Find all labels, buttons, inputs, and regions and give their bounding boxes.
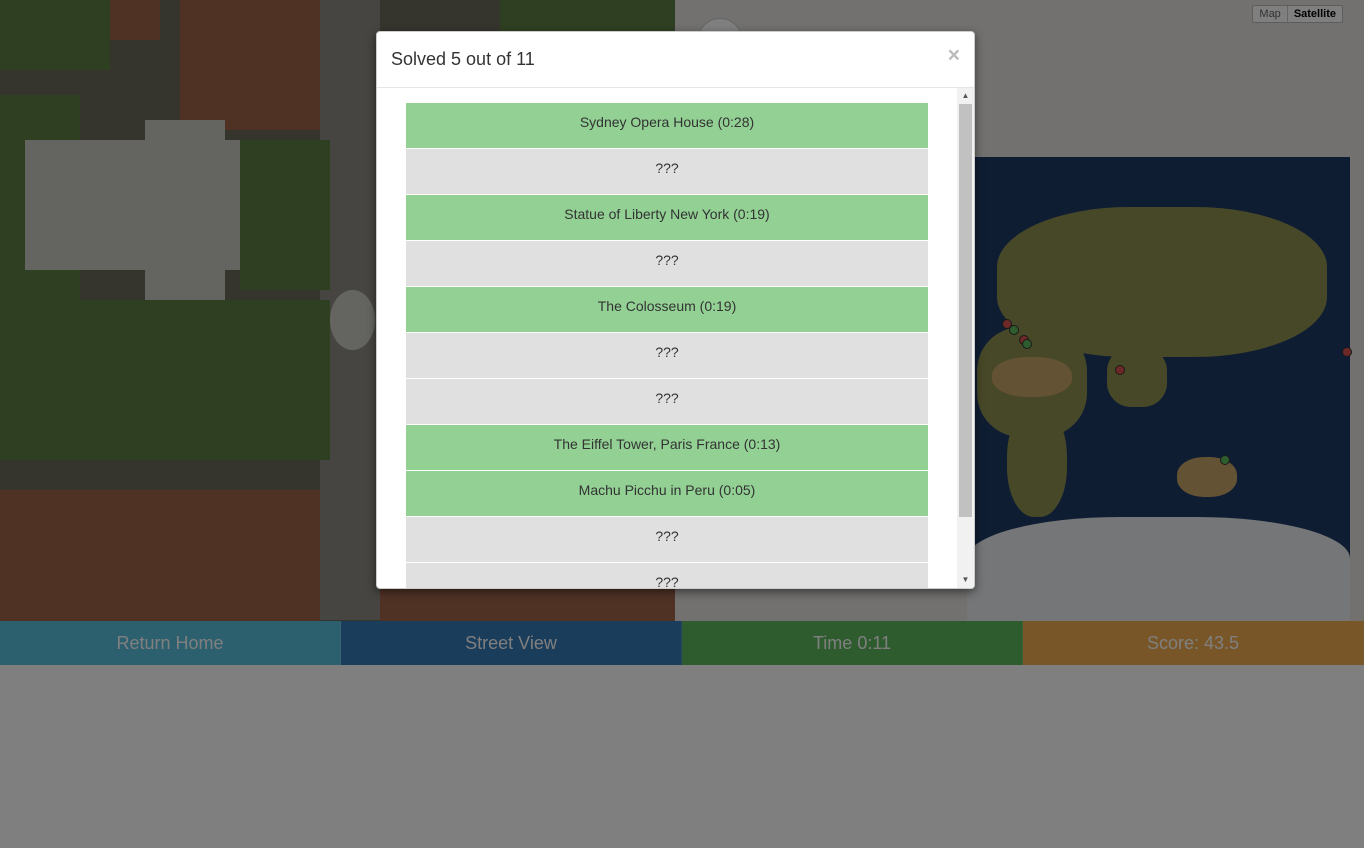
modal-title: Solved 5 out of 11 xyxy=(391,49,535,69)
modal-body[interactable]: Sydney Opera House (0:28)??? Statue of Li… xyxy=(377,88,974,588)
bottom-control-bar: Return Home Street View Time 0:11 Score:… xyxy=(0,621,1364,665)
result-row: ??? xyxy=(406,563,928,588)
scroll-down-arrow-icon[interactable]: ▼ xyxy=(957,572,974,588)
scrollbar[interactable]: ▲ ▼ xyxy=(957,88,974,588)
result-row: Statue of Liberty New York (0:19) xyxy=(406,195,928,241)
results-modal: Solved 5 out of 11 × Sydney Opera House … xyxy=(376,31,975,589)
result-row: Machu Picchu in Peru (0:05) xyxy=(406,471,928,517)
timer-display: Time 0:11 xyxy=(682,621,1023,665)
map-marker-red[interactable] xyxy=(1342,347,1352,357)
return-home-button[interactable]: Return Home xyxy=(0,621,341,665)
map-marker-green[interactable] xyxy=(1009,325,1019,335)
close-icon[interactable]: × xyxy=(948,44,960,68)
result-row: The Colosseum (0:19) xyxy=(406,287,928,333)
result-row: ??? xyxy=(406,241,928,287)
scroll-thumb[interactable] xyxy=(959,104,972,517)
score-display: Score: 43.5 xyxy=(1023,621,1364,665)
map-type-map-button[interactable]: Map xyxy=(1253,6,1288,22)
results-list: Sydney Opera House (0:28)??? Statue of Li… xyxy=(406,103,928,588)
map-ocean xyxy=(967,157,1350,621)
result-row: ??? xyxy=(406,149,928,195)
map-marker-green[interactable] xyxy=(1220,455,1230,465)
map-type-satellite-button[interactable]: Satellite xyxy=(1288,6,1342,22)
result-row: ??? xyxy=(406,517,928,563)
map-marker-red[interactable] xyxy=(1115,365,1125,375)
result-row: ??? xyxy=(406,333,928,379)
result-row: Sydney Opera House (0:28) xyxy=(406,103,928,149)
result-row: The Eiffel Tower, Paris France (0:13) xyxy=(406,425,928,471)
map-type-control: Map Satellite xyxy=(1252,5,1343,23)
map-marker-green[interactable] xyxy=(1022,339,1032,349)
street-view-button[interactable]: Street View xyxy=(341,621,682,665)
result-row: ??? xyxy=(406,379,928,425)
scroll-up-arrow-icon[interactable]: ▲ xyxy=(957,88,974,104)
modal-header: Solved 5 out of 11 × xyxy=(377,32,974,88)
